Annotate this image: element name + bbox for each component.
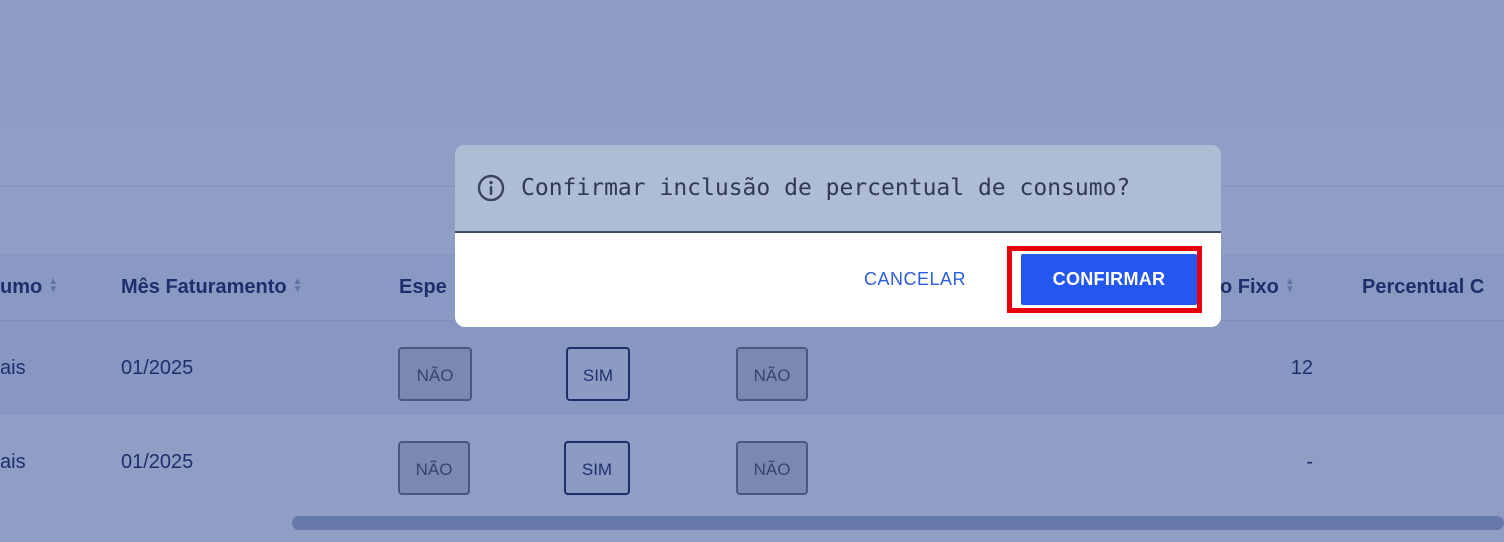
confirm-dialog: Confirmar inclusão de percentual de cons…: [455, 145, 1221, 327]
dialog-title: Confirmar inclusão de percentual de cons…: [521, 175, 1131, 201]
dialog-header: Confirmar inclusão de percentual de cons…: [455, 145, 1221, 233]
info-icon: [477, 174, 505, 202]
confirm-button[interactable]: CONFIRMAR: [1021, 254, 1197, 305]
cancel-button[interactable]: CANCELAR: [851, 257, 979, 301]
